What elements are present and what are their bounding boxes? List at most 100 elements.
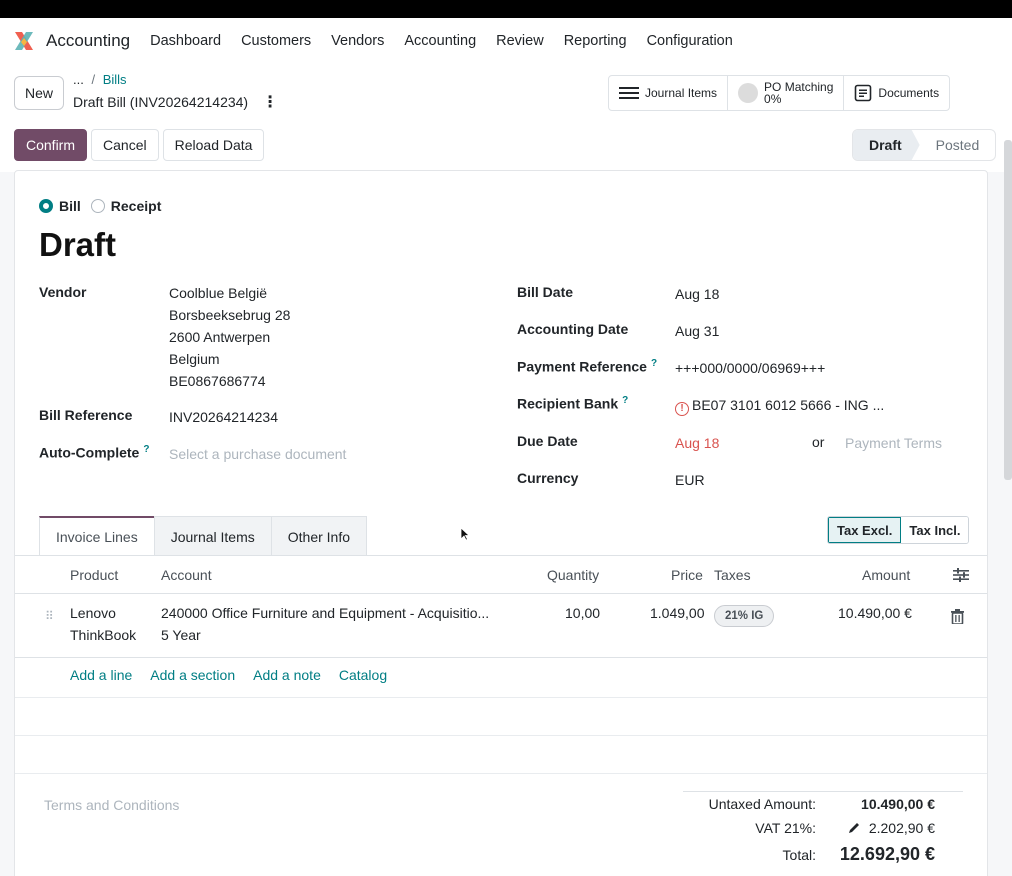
po-matching-smart-button[interactable]: PO Matching 0% bbox=[728, 76, 845, 110]
line-price[interactable]: 1.049,00 bbox=[650, 602, 705, 624]
bill-date-input[interactable]: Aug 18 bbox=[675, 286, 719, 302]
documents-label: Documents bbox=[878, 86, 940, 100]
control-panel: New ... / Bills Draft Bill (INV202642142… bbox=[0, 64, 1012, 172]
line-quantity[interactable]: 10,00 bbox=[565, 602, 600, 624]
help-icon[interactable]: ? bbox=[622, 395, 628, 406]
cancel-button[interactable]: Cancel bbox=[91, 129, 159, 161]
notebook-tabs: Invoice Lines Journal Items Other Info bbox=[39, 516, 368, 556]
col-taxes[interactable]: Taxes bbox=[714, 567, 751, 583]
totals-summary: Untaxed Amount: 10.490,00 € VAT 21%: 2.2… bbox=[679, 791, 964, 870]
document-icon bbox=[855, 84, 872, 102]
menu-review[interactable]: Review bbox=[496, 33, 544, 49]
total-value: 12.692,90 € bbox=[839, 844, 935, 864]
record-title: Draft Bill (INV20264214234) bbox=[73, 94, 249, 110]
optional-columns-icon[interactable] bbox=[953, 568, 969, 582]
help-icon[interactable]: ? bbox=[143, 444, 149, 455]
catalog-link[interactable]: Catalog bbox=[339, 667, 387, 683]
menu-configuration[interactable]: Configuration bbox=[647, 33, 733, 49]
tax-incl-button[interactable]: Tax Incl. bbox=[901, 517, 969, 543]
radio-bill[interactable] bbox=[39, 199, 53, 213]
accounting-date-label: Accounting Date bbox=[517, 321, 629, 337]
payment-reference-label-text: Payment Reference bbox=[517, 358, 647, 375]
menu-accounting[interactable]: Accounting bbox=[404, 33, 476, 49]
menu-vendors[interactable]: Vendors bbox=[331, 33, 384, 49]
due-date-label: Due Date bbox=[517, 433, 578, 449]
journal-items-smart-button[interactable]: Journal Items bbox=[609, 76, 729, 110]
terms-and-conditions-input[interactable]: Terms and Conditions bbox=[44, 797, 179, 813]
tax-excl-button[interactable]: Tax Excl. bbox=[828, 517, 902, 543]
col-product[interactable]: Product bbox=[70, 567, 118, 583]
progress-circle-icon bbox=[738, 83, 759, 103]
recipient-bank-input[interactable]: ! BE07 3101 6012 5666 - ING ... bbox=[675, 397, 884, 416]
documents-smart-button[interactable]: Documents bbox=[844, 76, 949, 110]
add-a-section-link[interactable]: Add a section bbox=[150, 667, 235, 683]
auto-complete-label-text: Auto-Complete bbox=[39, 444, 140, 461]
auto-complete-input[interactable]: Select a purchase document bbox=[169, 446, 346, 462]
line-account[interactable]: 240000 Office Furniture and Equipment - … bbox=[161, 602, 489, 646]
col-quantity[interactable]: Quantity bbox=[547, 567, 599, 583]
drag-handle-icon[interactable]: ⠿ bbox=[45, 609, 54, 623]
radio-receipt-label[interactable]: Receipt bbox=[111, 198, 162, 214]
row-divider bbox=[15, 773, 987, 774]
line-product[interactable]: Lenovo ThinkBook bbox=[70, 602, 136, 646]
vendor-name: Coolblue België bbox=[169, 285, 268, 301]
currency-input[interactable]: EUR bbox=[675, 472, 705, 488]
due-date-input[interactable]: Aug 18 bbox=[675, 435, 719, 451]
recipient-bank-label: Recipient Bank? bbox=[517, 395, 628, 412]
record-title-row: Draft Bill (INV20264214234) ⋮ bbox=[73, 92, 278, 112]
radio-bill-label[interactable]: Bill bbox=[59, 198, 81, 214]
vat-value[interactable]: 2.202,90 € bbox=[869, 820, 935, 836]
row-divider bbox=[15, 697, 987, 698]
payment-reference-input[interactable]: +++000/0000/06969+++ bbox=[675, 360, 825, 376]
accounting-app-icon[interactable] bbox=[12, 29, 36, 53]
actions-menu-icon[interactable]: ⋮ bbox=[262, 92, 278, 112]
menu-reporting[interactable]: Reporting bbox=[564, 33, 627, 49]
tab-other-info[interactable]: Other Info bbox=[270, 516, 368, 556]
add-a-line-link[interactable]: Add a line bbox=[70, 667, 132, 683]
breadcrumb-bills-link[interactable]: Bills bbox=[103, 72, 127, 87]
untaxed-label: Untaxed Amount: bbox=[708, 796, 816, 812]
help-icon[interactable]: ? bbox=[651, 358, 657, 369]
status-draft[interactable]: Draft bbox=[853, 130, 920, 160]
top-navbar: Accounting Dashboard Customers Vendors A… bbox=[0, 18, 1012, 64]
menu-dashboard[interactable]: Dashboard bbox=[150, 33, 221, 49]
line-amount: 10.490,00 € bbox=[838, 605, 912, 621]
total-label: Total: bbox=[782, 847, 816, 863]
form-sheet: Bill Receipt Draft Vendor Coolblue Belgi… bbox=[14, 170, 988, 876]
move-type-radio: Bill Receipt bbox=[39, 198, 171, 214]
radio-receipt[interactable] bbox=[90, 199, 105, 213]
trash-icon[interactable] bbox=[951, 609, 964, 624]
line-tax-badge[interactable]: 21% IG bbox=[714, 605, 775, 627]
tab-invoice-lines[interactable]: Invoice Lines bbox=[39, 516, 155, 556]
total-row: Total: 12.692,90 € bbox=[679, 840, 964, 870]
page-title: Draft bbox=[39, 226, 117, 263]
vendor-field[interactable]: Coolblue België Borsbeeksebrug 28 2600 A… bbox=[169, 282, 290, 392]
col-account[interactable]: Account bbox=[161, 567, 212, 583]
page-scrollbar[interactable] bbox=[1004, 140, 1012, 480]
add-a-note-link[interactable]: Add a note bbox=[253, 667, 321, 683]
confirm-button[interactable]: Confirm bbox=[14, 129, 88, 161]
line-product-line2: ThinkBook bbox=[70, 627, 137, 643]
table-row[interactable]: ⠿ Lenovo ThinkBook 240000 Office Furnitu… bbox=[15, 595, 987, 658]
reload-data-button[interactable]: Reload Data bbox=[162, 129, 265, 161]
payment-terms-input[interactable]: Payment Terms bbox=[845, 435, 942, 451]
bill-reference-input[interactable]: INV20264214234 bbox=[169, 409, 278, 425]
accounting-date-input[interactable]: Aug 31 bbox=[675, 323, 719, 339]
line-account-line2: 5 Year bbox=[161, 627, 201, 643]
breadcrumb-more[interactable]: ... bbox=[73, 72, 84, 87]
status-posted[interactable]: Posted bbox=[920, 130, 996, 160]
bill-reference-label: Bill Reference bbox=[39, 407, 133, 423]
po-matching-value: 0% bbox=[764, 92, 782, 106]
tab-journal-items[interactable]: Journal Items bbox=[153, 516, 272, 556]
payment-reference-label: Payment Reference? bbox=[517, 358, 657, 375]
mouse-cursor-icon bbox=[460, 527, 470, 541]
breadcrumb-separator: / bbox=[91, 72, 96, 87]
status-bar: Draft Posted bbox=[852, 129, 997, 161]
col-price[interactable]: Price bbox=[671, 567, 703, 583]
menu-customers[interactable]: Customers bbox=[241, 33, 311, 49]
untaxed-row: Untaxed Amount: 10.490,00 € bbox=[679, 792, 964, 816]
app-name[interactable]: Accounting bbox=[46, 31, 130, 51]
new-button[interactable]: New bbox=[14, 76, 64, 110]
col-amount[interactable]: Amount bbox=[862, 567, 910, 583]
pencil-icon[interactable] bbox=[848, 821, 861, 834]
